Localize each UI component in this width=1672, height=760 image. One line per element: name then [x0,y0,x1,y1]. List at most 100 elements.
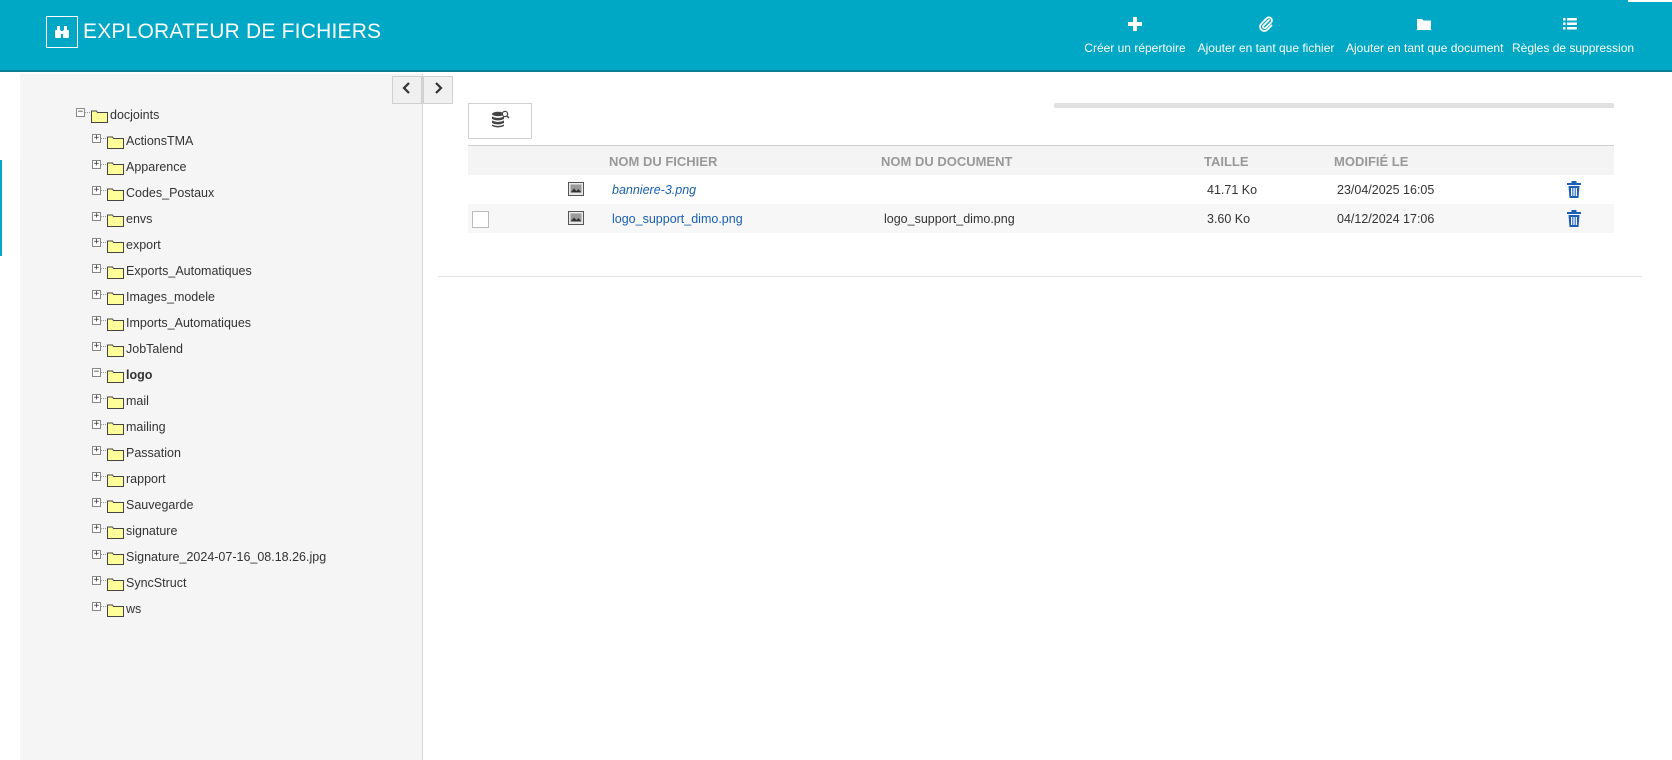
search-database-button[interactable] [468,103,532,139]
tree-label: ActionsTMA [126,134,194,148]
tree-label: Images_modele [126,290,215,304]
tree-label: docjoints [110,108,160,122]
binoculars-icon [46,16,78,48]
create-directory-label: Créer un répertoire [1084,41,1186,55]
folder-icon [107,266,124,279]
tree-label: JobTalend [126,342,183,356]
file-name-link[interactable]: banniere-3.png [612,183,696,197]
paperclip-icon [1196,16,1336,36]
folder-icon [107,396,124,409]
tree-label: Exports_Automatiques [126,264,252,278]
folder-icon [107,188,124,201]
row-checkbox[interactable] [472,211,489,228]
tree-label: logo [126,368,153,382]
expand-toggle-icon[interactable]: + [92,134,101,143]
table-header: NOM DU FICHIER NOM DU DOCUMENT TAILLE MO… [468,145,1614,175]
create-directory-button[interactable]: Créer un répertoire [1080,16,1190,55]
expand-toggle-icon[interactable]: + [92,472,101,481]
chevron-right-icon [432,81,444,99]
col-size[interactable]: TAILLE [1204,154,1249,169]
add-as-file-button[interactable]: Ajouter en tant que fichier [1196,16,1336,55]
database-search-icon [490,109,510,134]
content-divider [438,276,1642,277]
tree-label: mailing [126,420,166,434]
tree-label: Signature_2024-07-16_08.18.26.jpg [126,550,327,564]
folder-icon [107,552,124,565]
modified-date: 04/12/2024 17:06 [1337,212,1435,226]
folder-icon [107,162,124,175]
add-as-document-button[interactable]: Ajouter en tant que document [1346,16,1504,55]
expand-toggle-icon[interactable]: + [92,264,101,273]
file-size: 41.71 Ko [1207,183,1258,197]
tree-label: signature [126,524,178,538]
expand-toggle-icon[interactable]: + [92,498,101,507]
image-file-icon [568,211,584,225]
folder-icon [107,422,124,435]
expand-toggle-icon[interactable]: + [92,394,101,403]
tree-label: SyncStruct [126,576,187,590]
tree-label: Sauvegarde [126,498,194,512]
folder-icon [107,344,124,357]
col-filename[interactable]: NOM DU FICHIER [609,154,717,169]
file-name-link[interactable]: logo_support_dimo.png [612,212,743,226]
folder-icon [107,448,124,461]
collapse-toggle-icon[interactable]: − [76,108,85,117]
expand-toggle-icon[interactable]: + [92,290,101,299]
collapse-panel-button[interactable] [392,76,422,104]
folder-icon [107,578,124,591]
folder-icon [107,318,124,331]
folder-icon [107,370,124,383]
file-table: NOM DU FICHIER NOM DU DOCUMENT TAILLE MO… [468,145,1614,233]
tree-label: mail [126,394,149,408]
tree-label: Apparence [126,160,187,174]
collapse-toggle-icon[interactable]: − [92,368,101,377]
col-modified[interactable]: MODIFIÉ LE [1334,154,1408,169]
plus-icon [1080,16,1190,36]
tree-label: ws [126,602,142,616]
expand-toggle-icon[interactable]: + [92,550,101,559]
loading-progress-bar [1054,103,1614,108]
tree-label: Codes_Postaux [126,186,215,200]
app-header: EXPLORATEUR DE FICHIERS Créer un réperto… [0,0,1672,72]
image-file-icon [568,182,584,196]
expand-toggle-icon[interactable]: + [92,420,101,429]
expand-toggle-icon[interactable]: + [92,186,101,195]
col-document[interactable]: NOM DU DOCUMENT [881,154,1012,169]
tree-label: Imports_Automatiques [126,316,252,330]
expand-toggle-icon[interactable]: + [92,342,101,351]
deletion-rules-button[interactable]: Règles de suppression [1512,16,1634,55]
folder-icon [107,500,124,513]
expand-toggle-icon[interactable]: + [92,238,101,247]
folder-icon [1346,16,1502,36]
modified-date: 23/04/2025 16:05 [1337,183,1435,197]
expand-toggle-icon[interactable]: + [92,602,101,611]
add-as-document-label: Ajouter en tant que document [1346,41,1504,55]
tree-label: Passation [126,446,181,460]
tree-label: export [126,238,161,252]
expand-toggle-icon[interactable]: + [92,446,101,455]
expand-toggle-icon[interactable]: + [92,212,101,221]
file-size: 3.60 Ko [1207,212,1251,226]
folder-icon [107,214,124,227]
expand-toggle-icon[interactable]: + [92,160,101,169]
deletion-rules-label: Règles de suppression [1512,41,1635,55]
folder-icon [107,292,124,305]
page-title: EXPLORATEUR DE FICHIERS [83,20,382,43]
left-edge-accent [0,160,2,256]
folder-icon [107,526,124,539]
folder-icon [107,136,124,149]
trash-icon[interactable] [1567,181,1581,201]
tree-label: rapport [126,472,166,486]
table-row[interactable]: logo_support_dimo.png logo_support_dimo.p… [468,204,1614,233]
tree-label: envs [126,212,153,226]
expand-panel-button[interactable] [423,76,453,104]
add-as-file-label: Ajouter en tant que fichier [1197,41,1335,55]
expand-toggle-icon[interactable]: + [92,576,101,585]
folder-icon [107,474,124,487]
trash-icon[interactable] [1567,210,1581,230]
chevron-left-icon [401,81,413,99]
folder-icon [107,240,124,253]
expand-toggle-icon[interactable]: + [92,316,101,325]
table-row[interactable]: banniere-3.png 41.71 Ko 23/04/2025 16:05 [468,175,1614,204]
expand-toggle-icon[interactable]: + [92,524,101,533]
